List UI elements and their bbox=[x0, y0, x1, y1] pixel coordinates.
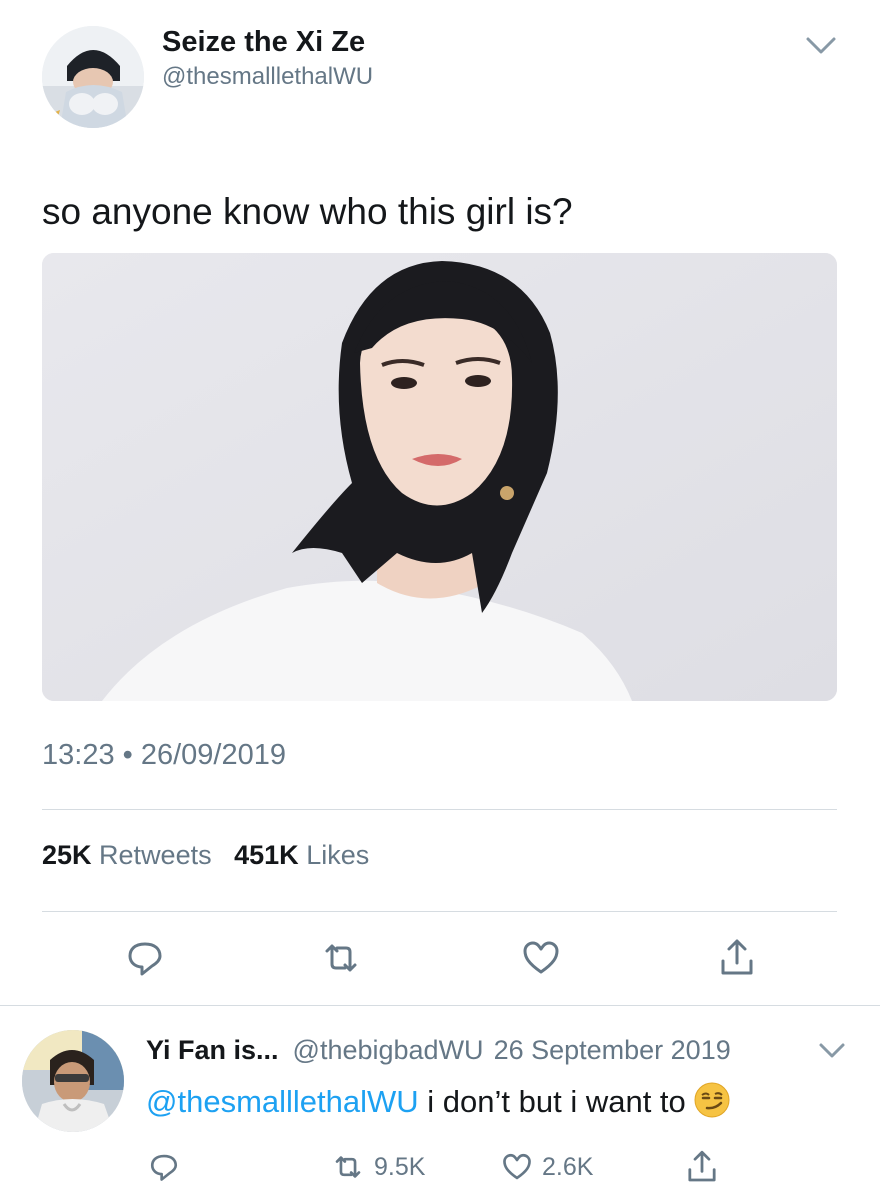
retweet-icon bbox=[335, 1156, 361, 1178]
likes-count: 451K bbox=[234, 840, 299, 870]
engagement-stats: 25K Retweets 451K Likes bbox=[42, 838, 369, 872]
reply-action-bar: 9.5K 2.6K bbox=[146, 1145, 846, 1191]
reply-body: i don’t but i want to bbox=[418, 1084, 686, 1119]
reply-share-button[interactable] bbox=[682, 1145, 728, 1189]
tweet-text: so anyone know who this girl is? bbox=[42, 191, 573, 232]
share-button[interactable] bbox=[714, 935, 760, 981]
retweets-label: Retweets bbox=[99, 840, 212, 870]
retweet-icon bbox=[325, 944, 357, 972]
reply-date[interactable]: 26 September 2019 bbox=[494, 1035, 731, 1065]
retweet-button[interactable] bbox=[318, 935, 364, 981]
reply-text: @thesmalllethalWU i don’t but i want to bbox=[146, 1082, 730, 1122]
retweets-count: 25K bbox=[42, 840, 92, 870]
tweet-photo[interactable] bbox=[42, 253, 837, 701]
heart-icon bbox=[523, 941, 559, 974]
share-icon bbox=[688, 1150, 716, 1182]
divider bbox=[42, 809, 837, 810]
share-icon bbox=[721, 939, 753, 975]
retweets-stat[interactable]: 25K Retweets bbox=[42, 840, 212, 870]
reply-retweet-button[interactable]: 9.5K bbox=[328, 1145, 425, 1189]
divider bbox=[42, 911, 837, 912]
smirking-face-icon bbox=[694, 1082, 730, 1118]
section-divider bbox=[0, 1005, 880, 1006]
avatar[interactable] bbox=[42, 26, 144, 128]
heart-icon bbox=[503, 1153, 531, 1180]
like-button[interactable] bbox=[518, 935, 564, 981]
chevron-down-icon[interactable] bbox=[816, 1034, 848, 1066]
reply-like-button[interactable]: 2.6K bbox=[498, 1145, 593, 1189]
user-info: Seize the Xi Ze @thesmalllethalWU bbox=[162, 26, 373, 92]
tweet-timestamp[interactable]: 13:23 • 26/09/2019 bbox=[42, 737, 286, 773]
reply-handle[interactable]: @thebigbadWU bbox=[293, 1035, 484, 1065]
display-name[interactable]: Seize the Xi Ze bbox=[162, 26, 373, 58]
user-handle[interactable]: @thesmalllethalWU bbox=[162, 62, 373, 92]
reply-header: Yi Fan is... @thebigbadWU 26 September 201… bbox=[146, 1032, 731, 1068]
reply-button[interactable] bbox=[122, 935, 168, 981]
tweet-header: Seize the Xi Ze @thesmalllethalWU bbox=[42, 26, 838, 128]
reply-icon bbox=[128, 942, 162, 976]
tweet-action-bar bbox=[42, 935, 837, 985]
reply-mention-link[interactable]: @thesmalllethalWU bbox=[146, 1084, 419, 1119]
reply-avatar[interactable] bbox=[22, 1030, 124, 1132]
reply-retweets-count: 9.5K bbox=[374, 1152, 426, 1181]
reply-reply-button[interactable] bbox=[146, 1145, 188, 1189]
chevron-down-icon[interactable] bbox=[804, 28, 838, 62]
reply-likes-count: 2.6K bbox=[542, 1152, 594, 1181]
reply-icon bbox=[150, 1154, 178, 1181]
reply-display-name[interactable]: Yi Fan is... bbox=[146, 1035, 279, 1065]
likes-label: Likes bbox=[306, 840, 370, 870]
likes-stat[interactable]: 451K Likes bbox=[234, 840, 369, 870]
